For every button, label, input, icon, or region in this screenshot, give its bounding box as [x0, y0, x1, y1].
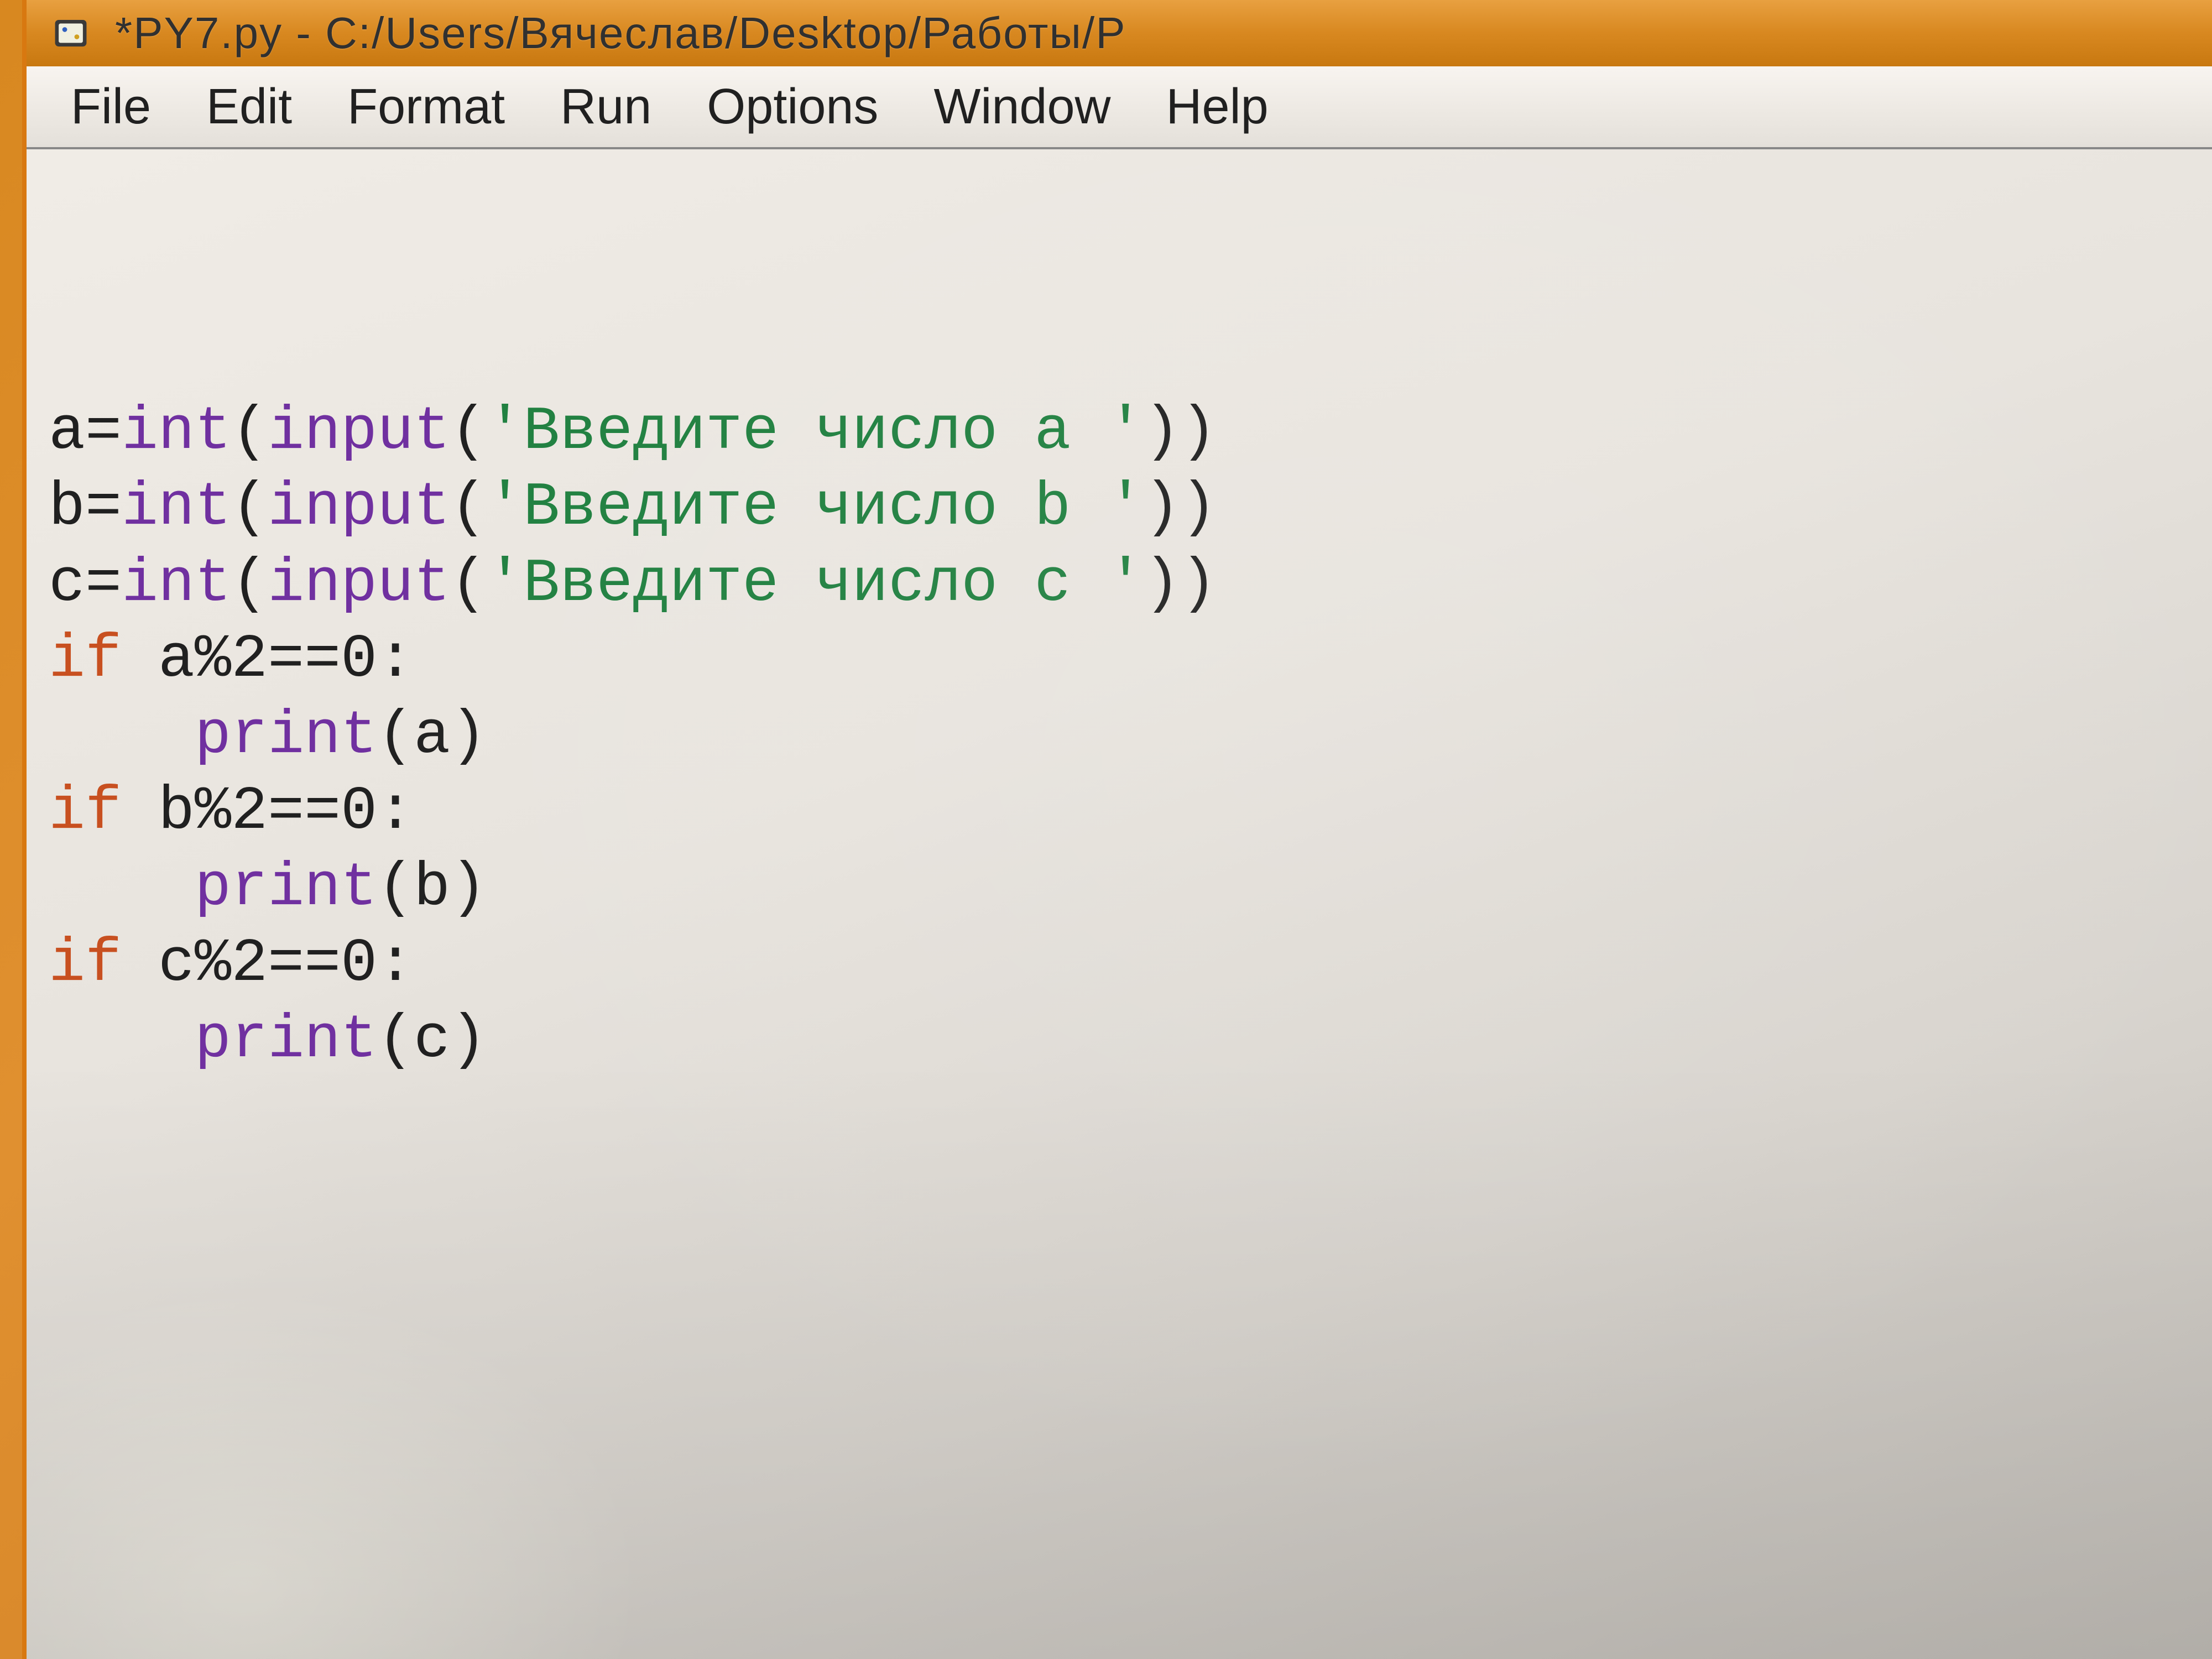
- code-token-plain: (: [450, 473, 487, 542]
- code-token-plain: [49, 1006, 195, 1075]
- code-token-plain: (: [231, 398, 268, 467]
- menu-edit[interactable]: Edit: [179, 67, 320, 147]
- code-token-plain: b%2==0:: [122, 778, 414, 847]
- code-token-plain: (: [231, 473, 268, 542]
- code-token-plain: (b): [377, 854, 487, 923]
- code-token-plain: c=: [49, 550, 122, 619]
- code-token-builtin: input: [268, 550, 450, 619]
- menu-help[interactable]: Help: [1139, 67, 1296, 147]
- titlebar-text: *PY7.py - C:/Users/Вячеслав/Desktop/Рабо…: [115, 8, 1126, 59]
- code-line[interactable]: print(a): [49, 698, 2190, 775]
- code-token-plain: (: [450, 550, 487, 619]
- menu-run[interactable]: Run: [533, 67, 679, 147]
- code-token-plain: (c): [377, 1006, 487, 1075]
- code-token-kw: if: [49, 625, 122, 695]
- code-token-plain: (a): [377, 702, 487, 771]
- code-line[interactable]: a=int(input('Введите число a ')): [49, 394, 2190, 471]
- code-token-string: 'Введите число a ': [487, 398, 1144, 467]
- idle-editor-window: *PY7.py - C:/Users/Вячеслав/Desktop/Рабо…: [22, 0, 2212, 1659]
- app-icon: [49, 11, 93, 55]
- code-token-plain: )): [1144, 550, 1217, 619]
- menu-format[interactable]: Format: [320, 67, 533, 147]
- code-line[interactable]: if c%2==0:: [49, 926, 2190, 1003]
- code-token-builtin: int: [122, 550, 231, 619]
- code-line[interactable]: print(b): [49, 851, 2190, 927]
- code-token-plain: [49, 702, 195, 771]
- code-token-plain: (: [231, 550, 268, 619]
- code-token-builtin: print: [195, 854, 377, 923]
- code-token-plain: b=: [49, 473, 122, 542]
- code-line[interactable]: if b%2==0:: [49, 774, 2190, 851]
- code-token-string: 'Введите число b ': [487, 473, 1144, 542]
- code-line[interactable]: c=int(input('Введите число c ')): [49, 546, 2190, 623]
- code-token-builtin: input: [268, 473, 450, 542]
- code-editor[interactable]: a=int(input('Введите число a '))b=int(in…: [27, 149, 2212, 1659]
- code-token-builtin: input: [268, 398, 450, 467]
- code-token-plain: c%2==0:: [122, 930, 414, 999]
- code-token-plain: )): [1144, 473, 1217, 542]
- code-token-plain: a=: [49, 398, 122, 467]
- code-line[interactable]: print(c): [49, 1003, 2190, 1079]
- menu-file[interactable]: File: [43, 67, 179, 147]
- code-token-plain: a%2==0:: [122, 625, 414, 695]
- menubar: File Edit Format Run Options Window Help: [27, 66, 2212, 149]
- menu-window[interactable]: Window: [906, 67, 1138, 147]
- code-line[interactable]: if a%2==0:: [49, 622, 2190, 698]
- code-token-plain: )): [1144, 398, 1217, 467]
- code-token-builtin: print: [195, 1006, 377, 1075]
- code-token-plain: [49, 854, 195, 923]
- code-token-builtin: int: [122, 473, 231, 542]
- code-token-builtin: int: [122, 398, 231, 467]
- code-token-kw: if: [49, 930, 122, 999]
- menu-options[interactable]: Options: [679, 67, 906, 147]
- code-token-plain: (: [450, 398, 487, 467]
- code-token-kw: if: [49, 778, 122, 847]
- code-line[interactable]: b=int(input('Введите число b ')): [49, 470, 2190, 546]
- code-token-builtin: print: [195, 702, 377, 771]
- titlebar[interactable]: *PY7.py - C:/Users/Вячеслав/Desktop/Рабо…: [27, 0, 2212, 66]
- code-token-string: 'Введите число c ': [487, 550, 1144, 619]
